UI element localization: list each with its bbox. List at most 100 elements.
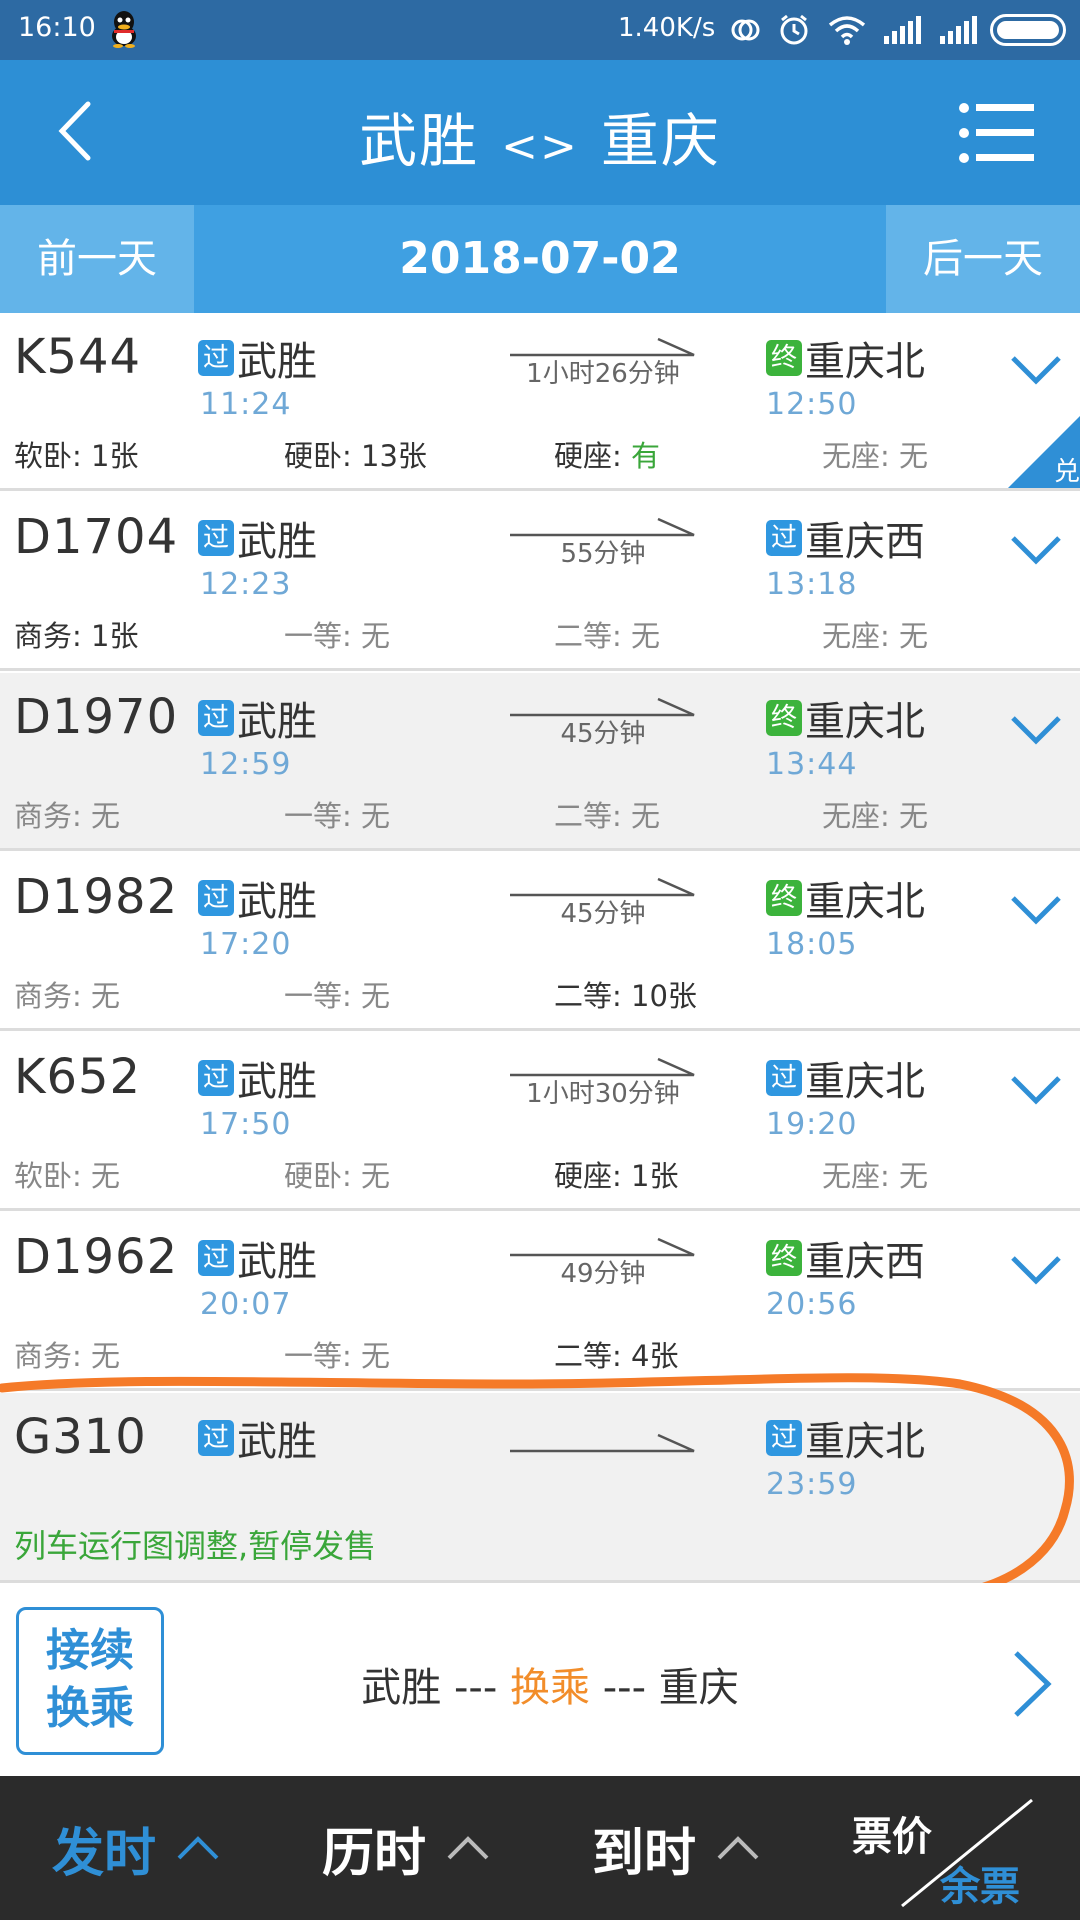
pass-badge: 过	[766, 1420, 802, 1456]
duration: 45分钟	[560, 719, 646, 749]
seat-info: 无座: 无	[822, 619, 929, 653]
sort-by-depart[interactable]: 发时	[52, 1776, 220, 1920]
arrival-time: 19:20	[766, 1107, 858, 1142]
title-to: 重庆	[600, 107, 721, 175]
departure-station-name: 武胜	[237, 699, 317, 745]
sort-by-duration[interactable]: 历时	[322, 1776, 490, 1920]
transfer-dash: ---	[441, 1665, 510, 1711]
arrival-station: 过重庆北	[766, 1049, 925, 1107]
train-number: D1962	[14, 1229, 179, 1285]
departure-station: 过武胜	[198, 1409, 317, 1467]
pass-badge: 过	[198, 1240, 234, 1276]
price-tickets-toggle[interactable]: 票价 余票	[852, 1776, 1080, 1920]
departure-station-name: 武胜	[237, 1239, 317, 1285]
arrival-time: 13:44	[766, 747, 858, 782]
prev-day-button[interactable]: 前一天	[0, 205, 194, 313]
departure-time: 12:59	[200, 747, 292, 782]
seat-info: 二等: 无	[554, 619, 661, 653]
terminal-badge: 终	[766, 340, 802, 376]
seat-info: 一等: 无	[284, 619, 391, 653]
departure-station: 过武胜	[198, 1049, 317, 1107]
arrival-station: 过重庆西	[766, 509, 925, 567]
departure-time: 11:24	[200, 387, 292, 422]
train-row[interactable]: K652 过武胜 17:50 1小时30分钟 过重庆北 19:20 软卧: 无 …	[0, 1033, 1080, 1211]
pass-badge: 过	[766, 1060, 802, 1096]
pass-badge: 过	[198, 1420, 234, 1456]
departure-station: 过武胜	[198, 1229, 317, 1287]
terminal-badge: 终	[766, 700, 802, 736]
train-row[interactable]: D1962 过武胜 20:07 49分钟 终重庆西 20:56 商务: 无 一等…	[0, 1213, 1080, 1391]
departure-station: 过武胜	[198, 329, 317, 387]
seat-info: 硬卧: 13张	[284, 439, 427, 473]
alarm-icon	[780, 14, 808, 45]
chevron-down-icon[interactable]	[1010, 533, 1062, 567]
departure-station-name: 武胜	[237, 339, 317, 385]
svg-text:兑: 兑	[1054, 457, 1080, 487]
seat-info: 硬座: 1张	[554, 1159, 679, 1193]
train-row[interactable]: K544 过武胜 11:24 1小时26分钟 终重庆北 12:50 软卧: 1张…	[0, 313, 1080, 491]
chevron-up-icon	[447, 1836, 489, 1860]
departure-time: 12:23	[200, 567, 292, 602]
seat-info: 二等: 4张	[554, 1339, 679, 1373]
seat-info: 二等: 10张	[554, 979, 697, 1013]
arrival-station-name: 重庆北	[805, 699, 925, 745]
seat-info: 一等: 无	[284, 1339, 391, 1373]
qq-icon	[110, 10, 138, 48]
departure-station: 过武胜	[198, 509, 317, 567]
status-time: 16:10	[18, 12, 96, 43]
departure-time: 20:07	[200, 1287, 292, 1322]
battery-icon	[990, 14, 1066, 46]
route-arrow-icon	[510, 1433, 695, 1453]
arrival-station: 终重庆北	[766, 869, 925, 927]
app-header: 武胜 <> 重庆	[0, 60, 1080, 205]
seat-info: 硬座: 有	[554, 439, 661, 473]
chevron-down-icon[interactable]	[1010, 1253, 1062, 1287]
chevron-down-icon[interactable]	[1010, 713, 1062, 747]
pass-badge: 过	[198, 700, 234, 736]
chevron-down-icon[interactable]	[1010, 893, 1062, 927]
signal-icon	[940, 16, 977, 44]
seat-info: 商务: 无	[14, 799, 121, 833]
title-from: 武胜	[359, 107, 480, 175]
sort-by-arrive[interactable]: 到时	[592, 1776, 760, 1920]
train-row[interactable]: D1970 过武胜 12:59 45分钟 终重庆北 13:44 商务: 无 一等…	[0, 673, 1080, 851]
departure-station-name: 武胜	[237, 519, 317, 565]
chevron-up-icon	[177, 1836, 219, 1860]
pass-badge: 过	[198, 340, 234, 376]
current-date[interactable]: 2018-07-02	[194, 205, 886, 313]
arrival-station-name: 重庆北	[805, 879, 925, 925]
duration: 55分钟	[560, 539, 646, 569]
menu-icon[interactable]	[958, 102, 1034, 164]
departure-station: 过武胜	[198, 869, 317, 927]
chevron-right-icon[interactable]	[1010, 1649, 1054, 1719]
exchange-corner-badge: 兑	[1008, 416, 1080, 488]
departure-station-name: 武胜	[237, 1059, 317, 1105]
wifi-icon	[828, 16, 866, 45]
arrival-time: 20:56	[766, 1287, 858, 1322]
train-number: D1704	[14, 509, 179, 565]
transfer-bar[interactable]: 接续 换乘 武胜 --- 换乘 --- 重庆	[0, 1583, 1080, 1776]
train-row[interactable]: D1982 过武胜 17:20 45分钟 终重庆北 18:05 商务: 无 一等…	[0, 853, 1080, 1031]
status-bar: 16:10 1.40K/s	[0, 0, 1080, 60]
arrival-station: 终重庆西	[766, 1229, 925, 1287]
arrival-time: 18:05	[766, 927, 858, 962]
chevron-up-icon	[717, 1836, 759, 1860]
chevron-down-icon[interactable]	[1010, 353, 1062, 387]
duration: 49分钟	[560, 1259, 646, 1289]
departure-station-name: 武胜	[237, 879, 317, 925]
seat-info: 软卧: 1张	[14, 439, 139, 473]
seat-info: 无座: 无	[822, 439, 929, 473]
seat-info: 二等: 无	[554, 799, 661, 833]
net-speed: 1.40K/s	[618, 13, 716, 43]
next-day-button[interactable]: 后一天	[886, 205, 1080, 313]
chevron-down-icon[interactable]	[1010, 1073, 1062, 1107]
train-row[interactable]: D1704 过武胜 12:23 55分钟 过重庆西 13:18 商务: 1张 一…	[0, 493, 1080, 671]
duration: 45分钟	[560, 899, 646, 929]
departure-time: 17:50	[200, 1107, 292, 1142]
seat-info: 软卧: 无	[14, 1159, 121, 1193]
pass-badge: 过	[198, 1060, 234, 1096]
train-row[interactable]: G310 过武胜 过重庆北 23:59 列车运行图调整,暂停发售	[0, 1393, 1080, 1583]
seat-info: 一等: 无	[284, 799, 391, 833]
transfer-middle: 换乘	[510, 1665, 590, 1711]
terminal-badge: 终	[766, 1240, 802, 1276]
